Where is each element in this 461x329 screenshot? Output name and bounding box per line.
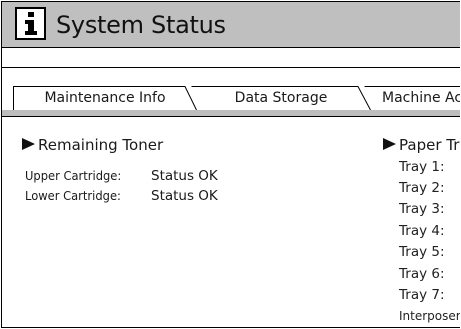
tab-strip bbox=[2, 110, 460, 117]
tab-machine-address[interactable]: Machine Ac bbox=[364, 86, 460, 110]
paper-tray-heading: Paper Tray bbox=[383, 136, 460, 154]
tray-row: Tray 2: bbox=[399, 180, 445, 196]
toner-row-lower: Lower Cartridge: Status OK bbox=[25, 188, 218, 204]
remaining-toner-heading: Remaining Toner bbox=[22, 136, 163, 154]
info-icon bbox=[15, 7, 46, 40]
tray-row: Interposer Up bbox=[399, 309, 460, 323]
tab-label: Maintenance Info bbox=[44, 90, 166, 106]
tab-maintenance-info[interactable]: Maintenance Info bbox=[13, 86, 197, 111]
tab-label: Machine Ac bbox=[382, 90, 460, 106]
page-title: System Status bbox=[56, 11, 226, 39]
header-bar: System Status bbox=[2, 2, 460, 48]
tray-row: Tray 6: bbox=[399, 266, 445, 282]
toner-row-upper: Upper Cartridge: Status OK bbox=[25, 168, 218, 184]
tray-row: Tray 7: bbox=[399, 287, 445, 303]
tray-row: Tray 3: bbox=[399, 201, 445, 217]
tray-row: Tray 4: bbox=[399, 223, 445, 239]
status-content: Remaining Toner Upper Cartridge: Status O… bbox=[2, 117, 460, 327]
tray-row: Tray 1: bbox=[399, 159, 445, 175]
triangle-right-icon bbox=[22, 138, 35, 150]
tab-label: Data Storage bbox=[234, 90, 328, 106]
tab-data-storage[interactable]: Data Storage bbox=[191, 86, 371, 111]
triangle-right-icon bbox=[383, 138, 396, 150]
tray-row: Tray 5: bbox=[399, 244, 445, 260]
system-status-window: System Status Maintenance Info Data Stor… bbox=[1, 1, 460, 328]
